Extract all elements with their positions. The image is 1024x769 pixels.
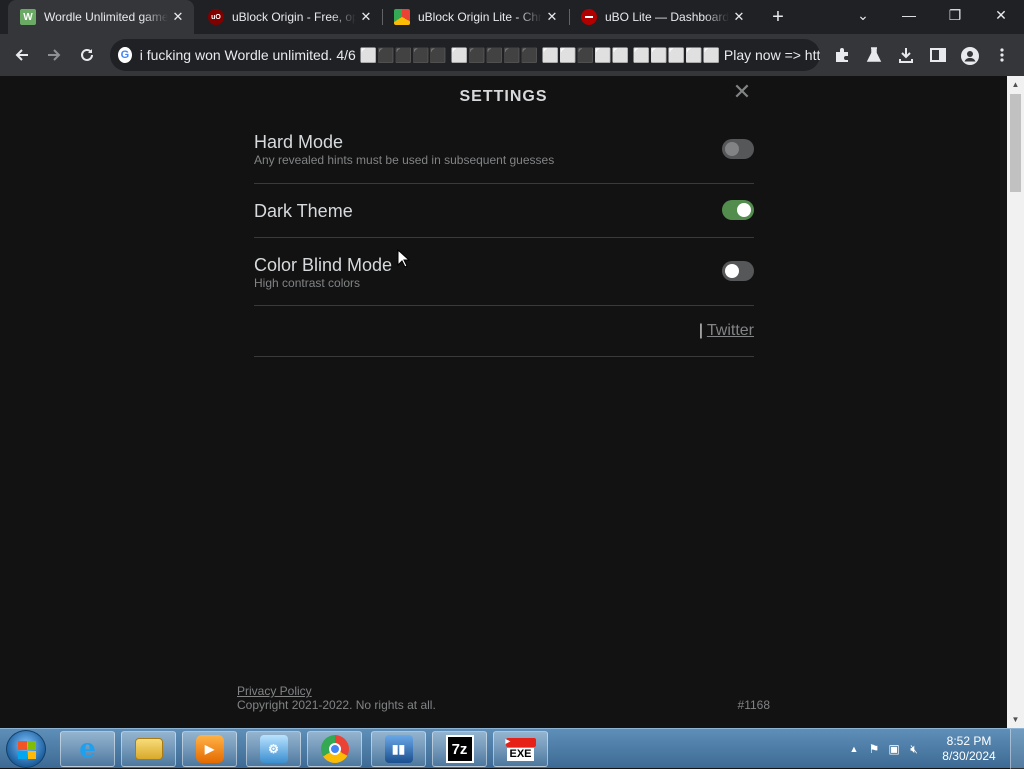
mouse-cursor-icon [397,249,411,268]
setting-description: High contrast colors [254,276,361,290]
browser-toolbar: G i fucking won Wordle unlimited. 4/6 ⬜⬛… [0,34,1024,76]
tab-title: uBlock Origin - Free, open-source ad con… [232,10,356,24]
forward-icon[interactable] [41,42,67,68]
setting-dark-theme: Dark Theme [254,184,754,238]
setting-description: Any revealed hints must be used in subse… [254,153,555,167]
tab-wordle[interactable]: W Wordle Unlimited game ✕ [8,0,194,34]
twitter-link[interactable]: Twitter [707,322,754,340]
address-text: i fucking won Wordle unlimited. 4/6 ⬜⬛⬛⬛… [139,46,820,63]
7zip-button[interactable]: 7z [432,731,487,767]
download-icon[interactable] [893,42,919,68]
file-explorer-button[interactable] [121,731,176,767]
clock-time: 8:52 PM [946,734,992,748]
clock[interactable]: 8:52 PM 8/30/2024 [938,734,1000,764]
windows-logo-icon [18,741,36,759]
chrome-button[interactable] [307,731,362,767]
clock-date: 8/30/2024 [942,749,996,763]
chrome-icon [320,735,349,763]
start-button[interactable] [6,730,46,768]
internet-explorer-icon: e [79,734,96,764]
tab-search-button[interactable]: ⌄ [840,0,886,30]
scroll-down-icon[interactable]: ▼ [1007,711,1024,728]
tab-title: Wordle Unlimited game [44,10,168,24]
tab-ubo-lite-dashboard[interactable]: uBO Lite — Dashboard ✕ [569,0,755,34]
back-icon[interactable] [9,42,35,68]
app-tower-button[interactable]: ▮▮ [371,731,426,767]
page-scrollbar[interactable]: ▲ ▼ [1007,76,1024,728]
scrollbar-thumb[interactable] [1010,94,1021,192]
google-icon: G [118,47,132,63]
media-player-icon: ▶ [195,735,224,763]
extensions-icon[interactable] [829,42,855,68]
tab-title: uBlock Origin Lite - Chrome Web Store [418,10,542,24]
close-tab-icon[interactable]: ✕ [168,9,188,25]
close-window-button[interactable]: ✕ [978,0,1024,30]
hard-mode-toggle[interactable] [722,139,754,159]
menu-icon[interactable] [989,42,1015,68]
build-number: #1168 [737,698,770,712]
action-center-flag-icon[interactable]: ⚑ [866,741,882,757]
tab-ublock-lite-store[interactable]: uBlock Origin Lite - Chrome Web Store ✕ [382,0,568,34]
links-row: | Twitter [254,306,754,357]
labs-icon[interactable] [861,42,887,68]
close-tab-icon[interactable]: ✕ [729,9,749,25]
restore-button[interactable]: ❐ [932,0,978,30]
system-tray: ▲ ⚑ ▣ 🔇︎ 8:52 PM 8/30/2024 [834,729,1024,769]
link-separator: | [698,322,703,339]
youtube-logo-icon: ▶ [505,737,536,747]
internet-explorer-button[interactable]: e [60,731,115,767]
settings-modal: SETTINGS ✕ Hard Mode Any revealed hints … [0,76,1007,728]
settings-title: SETTINGS [459,88,548,105]
webstore-favicon-icon [394,9,410,25]
scroll-up-icon[interactable]: ▲ [1007,76,1024,93]
exe-label: EXE [507,747,534,761]
reload-icon[interactable] [74,42,100,68]
side-panel-icon[interactable] [925,42,951,68]
toggle-knob [737,203,751,217]
close-settings-icon[interactable]: ✕ [732,81,752,103]
new-tab-button[interactable]: + [766,5,790,29]
setting-color-blind-mode: Color Blind Mode High contrast colors [254,238,754,306]
network-icon[interactable]: ▣ [886,741,902,757]
windows-taskbar: e ▶ ⚙ ▮▮ 7z ▶ EXE ▲ ⚑ ▣ 🔇︎ 8:52 PM 8/30/… [0,728,1024,769]
media-player-button[interactable]: ▶ [182,731,237,767]
ubo-lite-favicon-icon [581,9,597,25]
dark-theme-toggle[interactable] [722,200,754,220]
address-bar[interactable]: G i fucking won Wordle unlimited. 4/6 ⬜⬛… [110,39,820,71]
color-blind-toggle[interactable] [722,261,754,281]
setting-label: Color Blind Mode [254,255,393,275]
tab-ublock-origin[interactable]: uO uBlock Origin - Free, open-source ad … [196,0,382,34]
profile-icon[interactable] [957,42,983,68]
volume-muted-icon[interactable]: 🔇︎ [906,741,922,757]
show-hidden-icons-icon[interactable]: ▲ [846,741,862,757]
wordle-favicon-icon: W [20,9,36,25]
toggle-knob [725,142,739,156]
youtube-exe-button[interactable]: ▶ EXE [493,731,548,767]
privacy-policy-link[interactable]: Privacy Policy [237,684,312,698]
ublock-favicon-icon: uO [208,9,224,25]
control-panel-icon: ⚙ [259,735,288,763]
tab-title: uBO Lite — Dashboard [605,10,729,24]
show-desktop-button[interactable] [1010,729,1024,769]
copyright-text: Copyright 2021-2022. No rights at all. [237,698,436,712]
toggle-knob [725,264,739,278]
tab-strip: W Wordle Unlimited game ✕ uO uBlock Orig… [0,0,1024,34]
close-tab-icon[interactable]: ✕ [356,9,376,25]
control-panel-button[interactable]: ⚙ [246,731,301,767]
close-tab-icon[interactable]: ✕ [542,9,562,25]
7zip-icon: 7z [445,735,474,763]
setting-hard-mode: Hard Mode Any revealed hints must be use… [254,126,754,184]
setting-label: Hard Mode [254,132,344,152]
minimize-button[interactable]: — [886,0,932,30]
app-tower-icon: ▮▮ [384,735,413,763]
folder-icon [134,738,163,760]
youtube-exe-icon: ▶ EXE [504,735,538,763]
setting-label: Dark Theme [254,201,353,221]
